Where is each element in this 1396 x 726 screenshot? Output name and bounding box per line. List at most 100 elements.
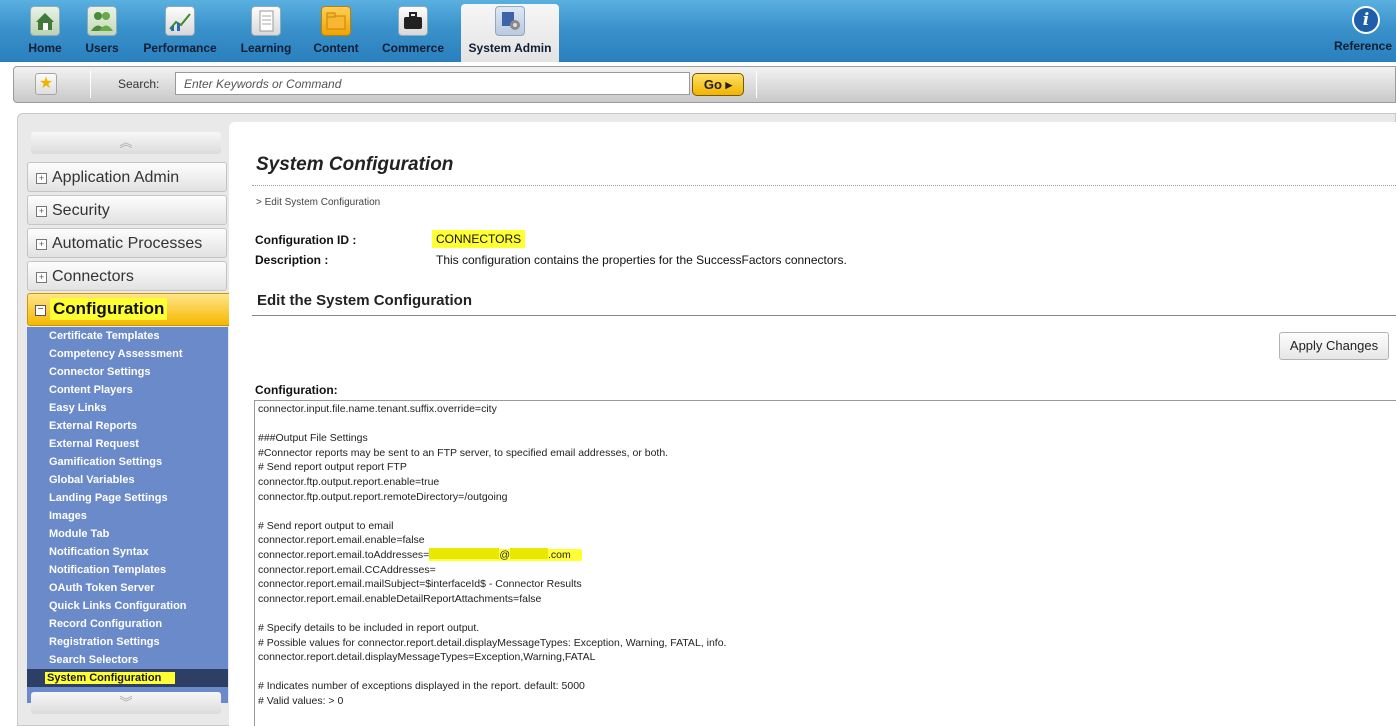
submenu-item[interactable]: Notification Templates (49, 564, 166, 576)
submenu-item[interactable]: Easy Links (49, 402, 106, 414)
content-panel: System Configuration > Edit System Confi… (229, 122, 1396, 726)
nav-users[interactable]: Users (82, 6, 122, 60)
learning-icon (251, 6, 281, 36)
config-line: connector.report.detail.displayMessageTy… (258, 651, 596, 664)
submenu-item[interactable]: Certificate Templates (49, 330, 159, 342)
section-label: Connectors (52, 268, 134, 285)
nav-system-admin[interactable]: System Admin (461, 4, 559, 62)
sidebar-section-connectors[interactable]: + Connectors (27, 261, 227, 291)
submenu-item[interactable]: External Request (49, 438, 139, 450)
breadcrumb[interactable]: > Edit System Configuration (256, 197, 380, 208)
redaction-block (429, 547, 500, 559)
config-line: connector.report.email.enableDetailRepor… (258, 592, 542, 605)
config-line-email: connector.report.email.toAddresses= @ .com (258, 547, 1393, 563)
page-title: System Configuration (256, 154, 454, 175)
config-line: # Indicates number of exceptions display… (258, 680, 585, 693)
config-line: connector.report.email.enable=false (258, 534, 425, 547)
nav-home-label: Home (28, 41, 62, 55)
nav-commerce[interactable]: Commerce (378, 6, 448, 60)
system-admin-icon (495, 6, 525, 36)
top-nav-bar: Home Users Performance Learning Content … (0, 0, 1396, 62)
submenu-item[interactable]: Competency Assessment (49, 348, 182, 360)
apply-changes-button[interactable]: Apply Changes (1279, 332, 1389, 360)
expand-icon: + (36, 272, 47, 283)
config-line: connector.ftp.output.report.enable=true (258, 475, 440, 488)
users-icon (87, 6, 117, 36)
config-id-value: CONNECTORS (432, 230, 526, 248)
sidebar-section-security[interactable]: + Security (27, 195, 227, 225)
toolbar-divider (90, 71, 91, 98)
nav-learning[interactable]: Learning (238, 6, 294, 60)
section-divider (252, 315, 1396, 316)
submenu-item[interactable]: Gamification Settings (49, 456, 162, 468)
expand-icon: + (36, 173, 47, 184)
toolbar-divider (756, 71, 757, 98)
submenu-item-selected[interactable]: System Configuration (27, 669, 228, 687)
config-line: # Specify details to be included in repo… (258, 621, 480, 634)
nav-content-label: Content (313, 41, 359, 55)
title-divider (252, 185, 1396, 186)
go-button[interactable]: Go ▸ (692, 73, 744, 96)
section-label: Automatic Processes (52, 235, 203, 252)
description-label: Description : (255, 253, 329, 267)
section-label: Configuration (50, 298, 168, 320)
config-line (258, 606, 1393, 621)
config-line (258, 665, 1393, 680)
sidebar: ︽ + Application Admin + Security + Autom… (26, 130, 246, 720)
nav-system-admin-label: System Admin (468, 41, 552, 55)
nav-users-label: Users (85, 41, 119, 55)
search-label: Search: (118, 77, 160, 91)
configuration-textarea[interactable]: connector.input.file.name.tenant.suffix.… (254, 400, 1396, 726)
nav-commerce-label: Commerce (381, 41, 445, 55)
submenu-item[interactable]: Landing Page Settings (49, 492, 168, 504)
config-line: ###Output File Settings (258, 432, 368, 445)
content-icon (321, 6, 351, 36)
submenu-item[interactable]: Notification Syntax (49, 546, 149, 558)
config-line: connector.report.email.CCAddresses= (258, 563, 436, 576)
section-label: Security (52, 202, 110, 219)
submenu-item[interactable]: Record Configuration (49, 618, 162, 630)
submenu-item[interactable]: Connector Settings (49, 366, 150, 378)
submenu-item[interactable]: External Reports (49, 420, 137, 432)
nav-performance-label: Performance (143, 41, 217, 55)
submenu-item[interactable]: Registration Settings (49, 636, 160, 648)
nav-reference[interactable]: i Reference (1330, 6, 1396, 60)
scroll-up-button[interactable]: ︽ (31, 132, 221, 154)
scroll-down-button[interactable]: ︾ (31, 692, 221, 714)
email-domain-suffix: .com (547, 548, 571, 561)
commerce-icon (398, 6, 428, 36)
favorites-star-icon[interactable]: ★ (35, 73, 57, 95)
nav-reference-label: Reference (1334, 39, 1393, 53)
submenu-item[interactable]: Images (49, 510, 87, 522)
nav-content[interactable]: Content (310, 6, 362, 60)
submenu-item[interactable]: OAuth Token Server (49, 582, 155, 594)
sidebar-section-automatic-processes[interactable]: + Automatic Processes (27, 228, 227, 258)
submenu-item[interactable]: Search Selectors (49, 654, 138, 666)
submenu-item[interactable]: Module Tab (49, 528, 109, 540)
nav-performance[interactable]: Performance (140, 6, 220, 60)
sidebar-section-configuration[interactable]: − Configuration (27, 293, 246, 326)
home-icon (30, 6, 60, 36)
email-key: connector.report.email.toAddresses= (258, 548, 430, 561)
configuration-label: Configuration: (255, 383, 338, 397)
expand-icon: + (36, 206, 47, 217)
redacted-email: @ .com (429, 547, 583, 561)
submenu-item-label: System Configuration (45, 672, 176, 684)
config-line: #Connector reports may be sent to an FTP… (258, 446, 669, 459)
config-line: connector.ftp.output.report.remoteDirect… (258, 490, 508, 503)
search-bar: ★ Search: Go ▸ (13, 66, 1396, 103)
sidebar-section-application-admin[interactable]: + Application Admin (27, 162, 227, 192)
submenu-item[interactable]: Global Variables (49, 474, 135, 486)
nav-home[interactable]: Home (23, 6, 67, 60)
submenu-item[interactable]: Quick Links Configuration (49, 600, 187, 612)
performance-icon (165, 6, 195, 36)
submenu-item[interactable]: Content Players (49, 384, 133, 396)
config-id-label: Configuration ID : (255, 233, 357, 247)
email-at: @ (499, 548, 510, 561)
config-line: connector.report.email.mailSubject=$inte… (258, 578, 582, 591)
search-input[interactable] (175, 72, 690, 95)
config-line: # Valid values: > 0 (258, 694, 344, 707)
section-label: Application Admin (52, 169, 180, 186)
config-line: # Possible values for connector.report.d… (258, 636, 727, 649)
config-line: connector.input.file.name.tenant.suffix.… (258, 403, 497, 415)
